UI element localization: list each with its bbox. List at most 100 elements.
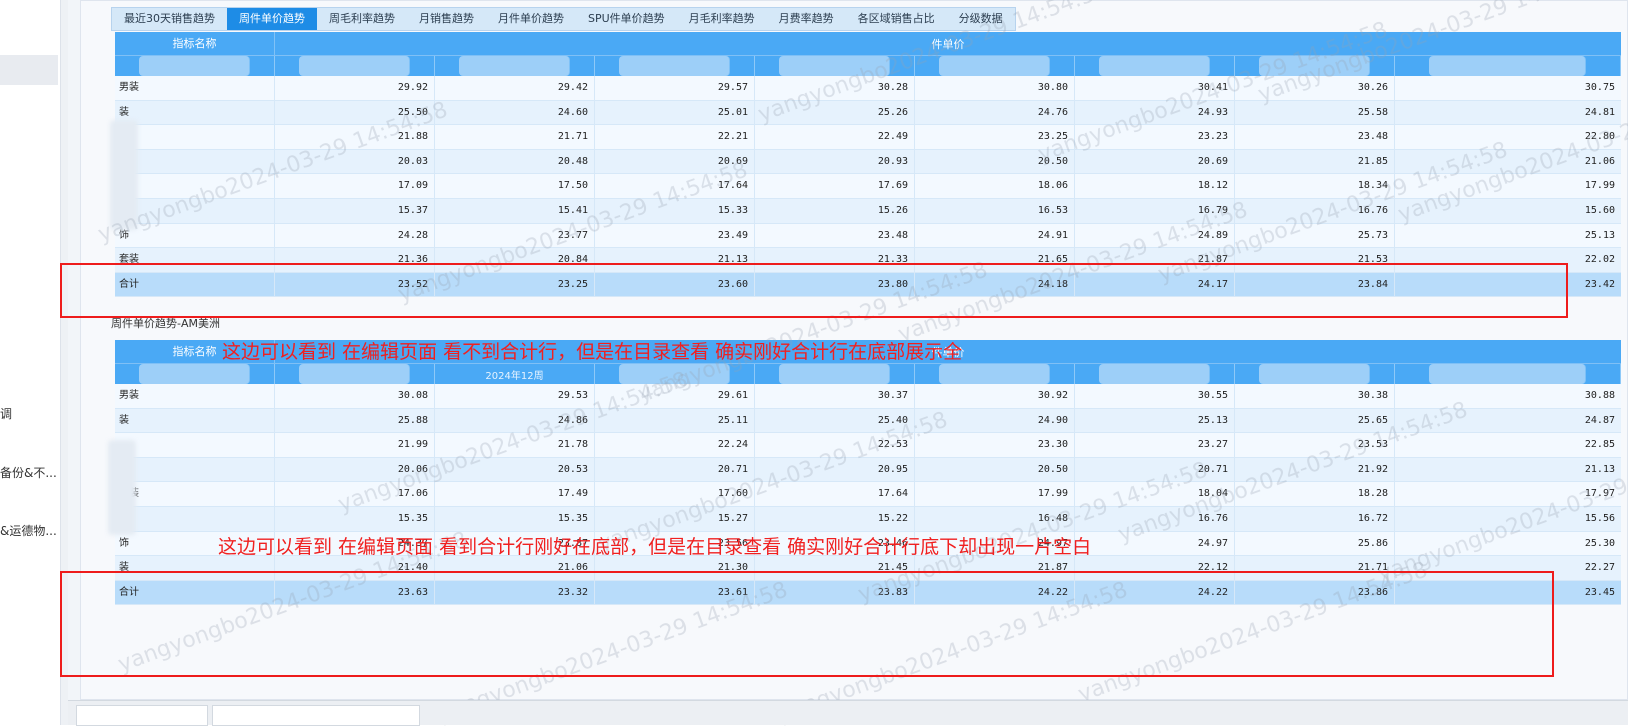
cell-value: 22.53 bbox=[755, 433, 915, 457]
tab-9[interactable]: 分级数据 bbox=[947, 8, 1015, 30]
cell-value: 20.03 bbox=[275, 149, 435, 174]
table-subheader bbox=[115, 55, 1621, 76]
tab-bar: 最近30天销售趋势 周件单价趋势 周毛利率趋势 月销售趋势 月件单价趋势 SPU件单价趋势… bbox=[111, 7, 1016, 31]
row-name: 服 bbox=[115, 174, 275, 198]
table-row: 男装 29.92 29.42 29.57 30.28 30.80 30.41 30.26 30.… bbox=[115, 76, 1621, 101]
cell-value: 29.61 bbox=[595, 384, 755, 408]
cell-value: 20.53 bbox=[435, 457, 595, 482]
cell-value: 30.37 bbox=[755, 384, 915, 408]
cell-value: 17.06 bbox=[275, 482, 435, 506]
row-name: 饰 bbox=[115, 223, 275, 248]
highlight-box-bottom bbox=[60, 571, 1554, 677]
cell-value: 22.49 bbox=[755, 125, 915, 149]
cell-value: 15.33 bbox=[595, 198, 755, 223]
sidebar-item-3[interactable]: &运德物... bbox=[0, 522, 56, 539]
cell-value: 20.71 bbox=[1075, 457, 1235, 482]
row-name: 男装 bbox=[115, 76, 275, 100]
left-sidebar: 调 备份&不... &运德物... bbox=[0, 0, 58, 725]
cell-value: 24.76 bbox=[915, 100, 1075, 125]
tab-3[interactable]: 月销售趋势 bbox=[407, 8, 486, 30]
cell-value: 16.48 bbox=[915, 506, 1075, 531]
table-header: 指标名称 件单价 bbox=[115, 32, 1621, 55]
cell-value: 21.13 bbox=[1584, 463, 1615, 475]
cell-value: 25.50 bbox=[275, 100, 435, 125]
tab-1[interactable]: 周件单价趋势 bbox=[227, 8, 317, 30]
cell-value: 30.75 bbox=[1584, 82, 1615, 93]
cell-value: 29.42 bbox=[435, 76, 595, 100]
table-weekly-price: 指标名称 件单价 男装 29.92 29.42 29.57 30.28 30.80 30.4… bbox=[115, 32, 1621, 298]
subheader-cell: 2024年12周 bbox=[435, 364, 595, 384]
cell-value: 20.50 bbox=[915, 457, 1075, 482]
subheader-cell bbox=[275, 56, 435, 76]
cell-value: 15.41 bbox=[435, 198, 595, 223]
cell-value: 23.49 bbox=[595, 223, 755, 248]
cell-value: 16.79 bbox=[1075, 198, 1235, 223]
cell-value: 17.64 bbox=[755, 482, 915, 506]
bottom-tab-2[interactable] bbox=[212, 705, 420, 726]
cell-value: 25.30 bbox=[1584, 537, 1615, 549]
tab-6[interactable]: 月毛利率趋势 bbox=[677, 8, 767, 30]
cell-value: 22.24 bbox=[595, 433, 755, 457]
sidebar-selected-item[interactable] bbox=[0, 55, 58, 85]
cell-value: 30.38 bbox=[1235, 384, 1395, 408]
cell-value: 15.60 bbox=[1584, 204, 1615, 216]
table-row: 装 25.88 24.86 25.11 25.40 24.90 25.13 25.65 24.8… bbox=[115, 408, 1621, 434]
row-name bbox=[115, 506, 275, 531]
header-group: 件单价 bbox=[931, 37, 965, 51]
table-row: 15.37 15.41 15.33 15.26 16.53 16.79 16.76 15.60 bbox=[115, 198, 1621, 224]
cell-value: 15.37 bbox=[275, 198, 435, 223]
cell-value: 23.48 bbox=[1235, 125, 1395, 149]
bottom-tab-1[interactable] bbox=[76, 705, 208, 726]
subheader-cell bbox=[435, 56, 595, 76]
cell-value: 20.69 bbox=[595, 149, 755, 174]
cell-value: 16.76 bbox=[1235, 198, 1395, 223]
row-name: 装 bbox=[115, 408, 275, 433]
subheader-cell bbox=[1075, 56, 1235, 76]
cell-value: 24.93 bbox=[1075, 100, 1235, 125]
tab-2[interactable]: 周毛利率趋势 bbox=[317, 8, 407, 30]
cell-value: 22.21 bbox=[595, 125, 755, 149]
cell-value: 17.64 bbox=[595, 174, 755, 198]
cell-value: 21.99 bbox=[275, 433, 435, 457]
cell-value: 30.80 bbox=[915, 76, 1075, 100]
tab-4[interactable]: 月件单价趋势 bbox=[486, 8, 576, 30]
subheader-cell bbox=[595, 56, 755, 76]
cell-value: 15.22 bbox=[755, 506, 915, 531]
subheader-cell bbox=[115, 56, 275, 76]
highlight-box-top bbox=[60, 263, 1568, 318]
cell-value: 22.85 bbox=[1584, 439, 1615, 451]
cell-value: 20.95 bbox=[755, 457, 915, 482]
subheader-cell bbox=[1235, 364, 1395, 384]
header-indicator-name: 指标名称 bbox=[115, 32, 275, 55]
subheader-cell bbox=[1395, 56, 1621, 76]
cell-value: 20.71 bbox=[595, 457, 755, 482]
cell-value: 20.48 bbox=[435, 149, 595, 174]
cell-value: 25.11 bbox=[595, 408, 755, 433]
table-row: 男装 30.08 29.53 29.61 30.37 30.92 30.55 30.38 30.… bbox=[115, 384, 1621, 409]
table-row: 装 25.50 24.60 25.01 25.26 24.76 24.93 25.58 24.8… bbox=[115, 100, 1621, 126]
cell-value: 23.23 bbox=[1075, 125, 1235, 149]
subheader-cell bbox=[275, 364, 435, 384]
cell-value: 30.28 bbox=[755, 76, 915, 100]
tab-0[interactable]: 最近30天销售趋势 bbox=[112, 8, 227, 30]
main-area: 最近30天销售趋势 周件单价趋势 周毛利率趋势 月销售趋势 月件单价趋势 SPU件单价趋势… bbox=[60, 0, 1628, 727]
table-row: 服21.8821.7122.2122.4923.2523.2323.48 22.8… bbox=[115, 125, 1621, 150]
cell-value: 25.26 bbox=[755, 100, 915, 125]
annotation-top: 这边可以看到 在编辑页面 看不到合计行，但是在目录查看 确实刚好合计行在底部展示… bbox=[222, 341, 963, 363]
cell-value: 21.06 bbox=[1584, 155, 1615, 167]
tab-7[interactable]: 月费率趋势 bbox=[767, 8, 846, 30]
cell-value: 17.09 bbox=[275, 174, 435, 198]
cell-value: 24.86 bbox=[435, 408, 595, 433]
sidebar-item-1[interactable]: 调 bbox=[0, 405, 56, 422]
cell-value: 24.91 bbox=[915, 223, 1075, 248]
cell-value: 30.08 bbox=[275, 384, 435, 408]
cell-value: 23.48 bbox=[755, 223, 915, 248]
cell-value: 25.88 bbox=[275, 408, 435, 433]
sidebar-item-2[interactable]: 备份&不... bbox=[0, 464, 56, 481]
tab-8[interactable]: 各区域销售占比 bbox=[846, 8, 947, 30]
cell-value: 30.41 bbox=[1075, 76, 1235, 100]
cell-value: 24.28 bbox=[275, 223, 435, 248]
redaction-mask bbox=[110, 120, 138, 230]
tab-5[interactable]: SPU件单价趋势 bbox=[576, 8, 677, 30]
cell-value: 24.60 bbox=[435, 100, 595, 125]
